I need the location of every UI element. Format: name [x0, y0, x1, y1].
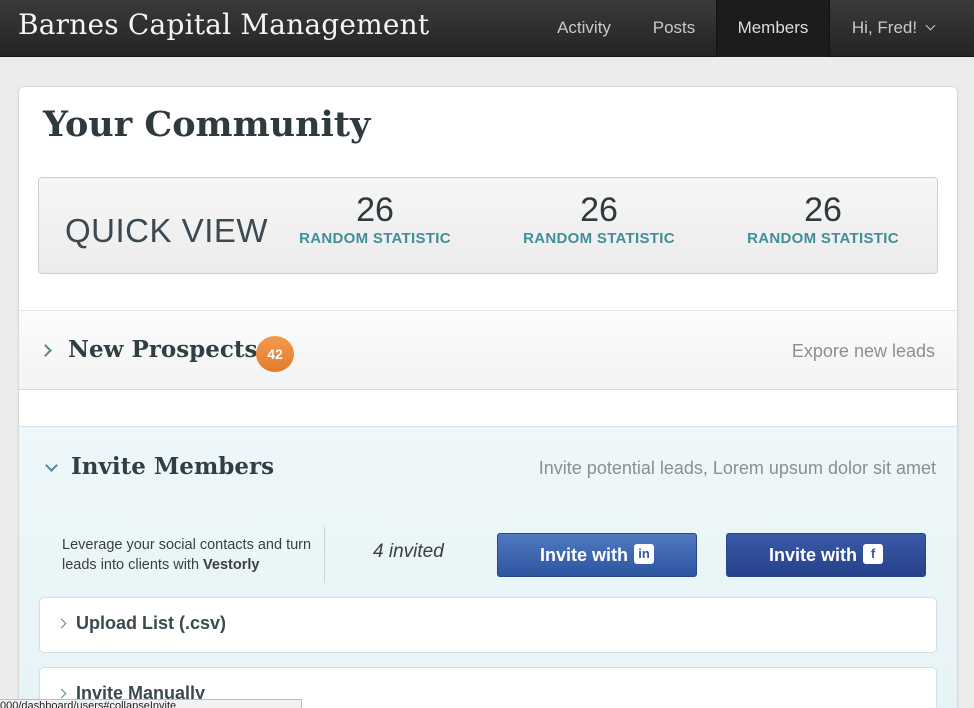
invite-description: Leverage your social contacts and turn l… [62, 535, 322, 575]
stat-label: RANDOM STATISTIC [523, 230, 675, 247]
chevron-down-icon[interactable] [45, 459, 58, 472]
invite-facebook-label: Invite with [768, 545, 857, 565]
nav-posts[interactable]: Posts [633, 0, 715, 57]
stat-item: 26 RANDOM STATISTIC [509, 190, 689, 247]
stat-value: 26 [356, 191, 394, 229]
invite-description-text: Leverage your social contacts and turn l… [62, 537, 312, 573]
invite-linkedin-label: Invite with [539, 545, 628, 565]
brand-logo[interactable]: Barnes Capital Management [18, 8, 429, 41]
chevron-right-icon [56, 618, 67, 629]
linkedin-glyph: in [638, 546, 650, 561]
top-navbar: Barnes Capital Management Activity Posts… [0, 0, 974, 57]
invite-members-title[interactable]: Invite Members [71, 453, 274, 480]
prospects-count-badge: 42 [256, 336, 294, 372]
chevron-right-icon [56, 688, 67, 699]
stat-label: RANDOM STATISTIC [299, 230, 451, 247]
vestorly-brand: Vestorly [203, 557, 260, 573]
status-bar-url: 000/dashboard/users#collapseInvite [0, 699, 302, 708]
stat-item: 26 RANDOM STATISTIC [285, 190, 465, 247]
stat-label: RANDOM STATISTIC [747, 230, 899, 247]
chevron-down-icon [925, 20, 936, 31]
stat-value: 26 [804, 191, 842, 229]
user-menu-label: Hi, Fred! [851, 18, 918, 37]
nav-activity[interactable]: Activity [537, 0, 631, 57]
chevron-right-icon [39, 344, 52, 357]
invite-members-hint: Invite potential leads, Lorem upsum dolo… [538, 458, 936, 478]
new-prospects-hint: Expore new leads [791, 341, 935, 361]
invited-count: 4 invited [373, 541, 444, 562]
invite-linkedin-button[interactable]: Invite with in [497, 533, 697, 577]
invite-facebook-button[interactable]: Invite with f [726, 533, 926, 577]
stat-item: 26 RANDOM STATISTIC [733, 190, 913, 247]
stat-value: 26 [580, 191, 618, 229]
invite-members-section: Invite Members Invite potential leads, L… [19, 426, 957, 708]
nav-members[interactable]: Members [716, 0, 830, 57]
new-prospects-title: New Prospects [68, 336, 258, 363]
quick-view-panel: QUICK VIEW 26 RANDOM STATISTIC 26 RANDOM… [38, 177, 938, 274]
quick-view-label: QUICK VIEW [65, 212, 269, 249]
upload-list-title: Upload List (.csv) [76, 613, 227, 633]
new-prospects-section[interactable]: New Prospects 42 Expore new leads [19, 310, 957, 390]
page-title: Your Community [43, 104, 371, 145]
facebook-icon: f [863, 544, 883, 564]
user-menu[interactable]: Hi, Fred! [831, 0, 955, 57]
upload-list-panel[interactable]: Upload List (.csv) [39, 597, 937, 653]
facebook-glyph: f [870, 546, 876, 561]
linkedin-icon: in [634, 544, 654, 564]
divider [324, 527, 325, 583]
